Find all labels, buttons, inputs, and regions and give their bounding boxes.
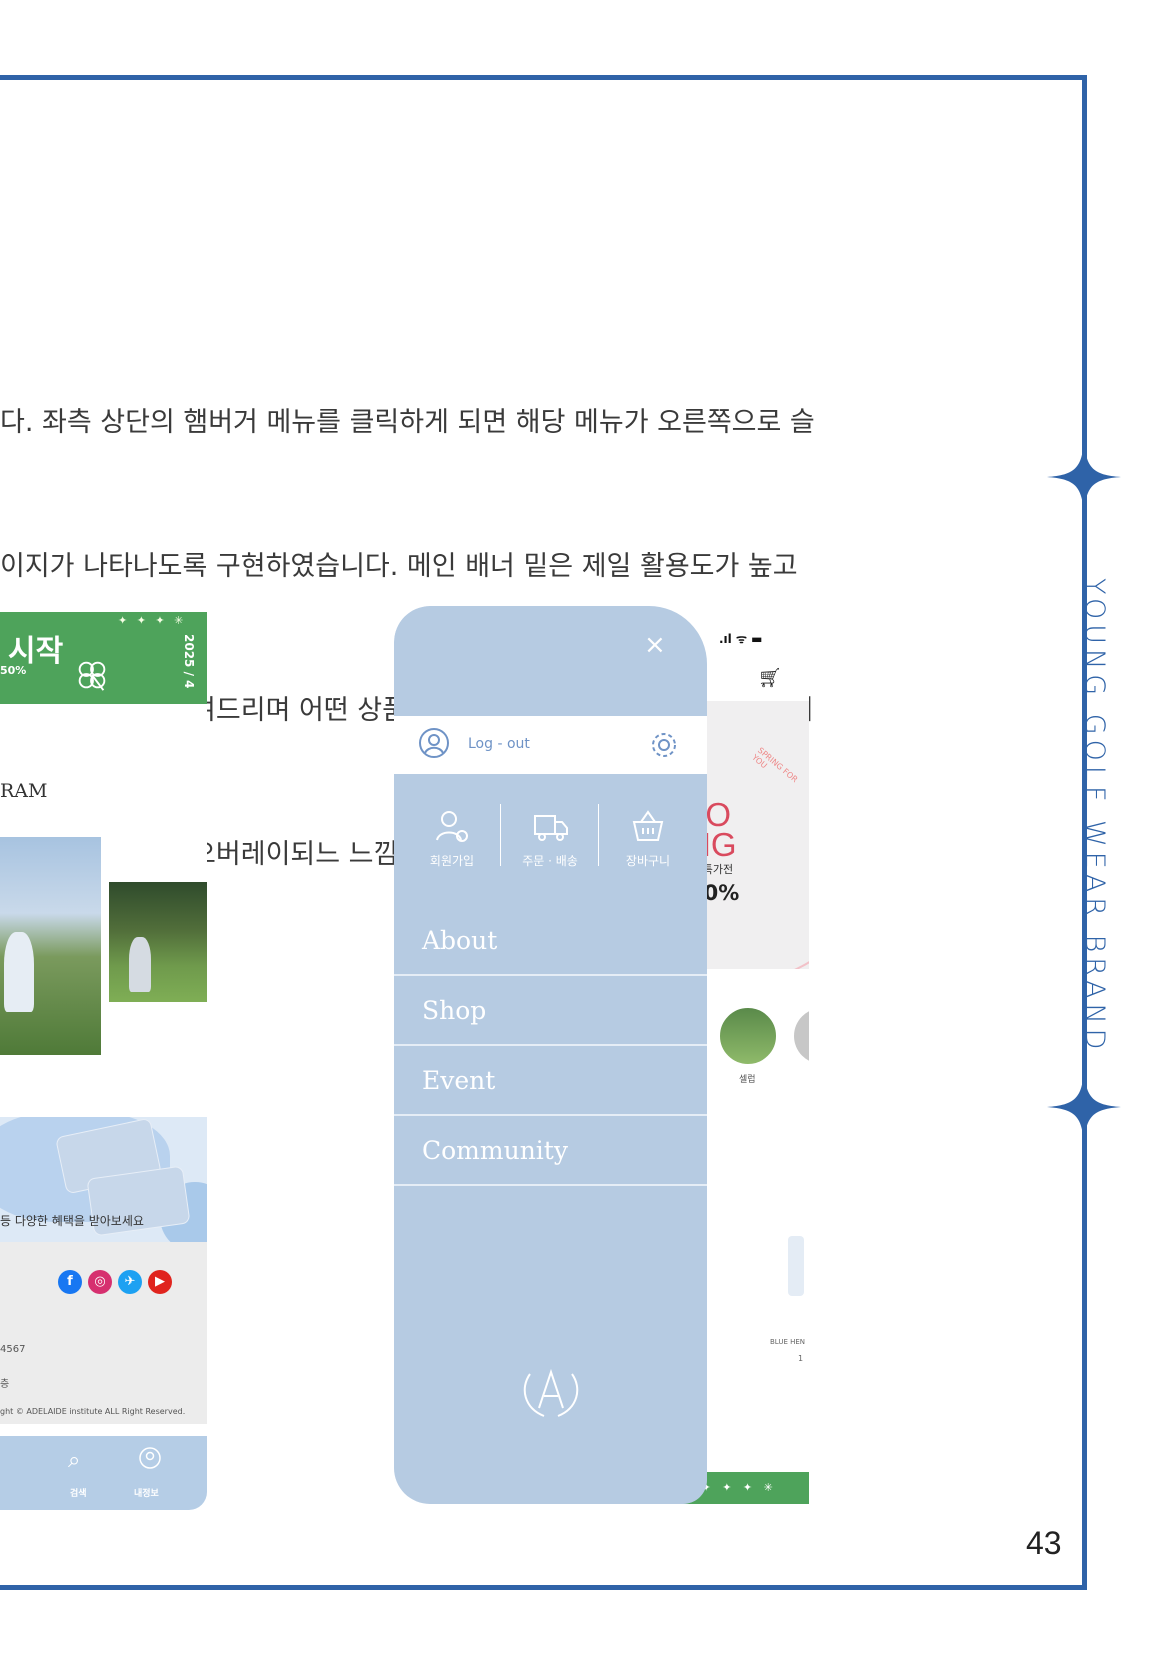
order-delivery-label: 주문 · 배송 xyxy=(522,854,578,868)
cart-label: 장바구니 xyxy=(625,854,671,868)
gear-icon[interactable] xyxy=(650,731,678,759)
facebook-icon[interactable]: f xyxy=(58,1270,82,1294)
bottom-nav: ⌕ 검색 내정보 xyxy=(0,1436,207,1510)
clover-icon xyxy=(78,661,106,691)
slide-menu: × Log - out 회원가입 주문 · 배송 장바구니 About Shop… xyxy=(394,606,707,1504)
mobile-menu-screenshot: .ıl ᯤ ▬ 🛒︎ SPRING FOR YOU LO NG 기념 특가전 2… xyxy=(394,606,809,1504)
celeb-label: 셀럽 xyxy=(739,1075,756,1085)
instagram-section-title: RAM xyxy=(0,780,48,802)
footer xyxy=(0,1242,207,1424)
paragraph-line: 다. 좌측 상단의 햄버거 메뉴를 클릭하게 되면 해당 메뉴가 오른쪽으로 슬 xyxy=(0,407,815,438)
menu-item-about[interactable]: About xyxy=(394,906,707,976)
add-user-icon xyxy=(436,811,468,842)
promo-banner[interactable]: ✦ ✦ ✦ ✳ 시작 50% 2025 / 4 xyxy=(0,612,207,704)
search-icon[interactable]: ⌕ xyxy=(68,1448,80,1473)
status-bar: .ıl ᯤ ▬ xyxy=(719,632,763,646)
truck-icon xyxy=(534,815,568,841)
signup-button[interactable]: 회원가입 xyxy=(404,806,500,869)
golf-photo[interactable] xyxy=(109,882,207,1002)
menu-item-community[interactable]: Community xyxy=(394,1116,707,1186)
frame-top-border xyxy=(0,75,1087,80)
instagram-icon[interactable]: ◎ xyxy=(88,1270,112,1294)
menu-item-label: About xyxy=(422,926,498,955)
twitter-icon[interactable]: ✈ xyxy=(118,1270,142,1294)
footer-address: 층 xyxy=(0,1379,10,1390)
menu-item-shop[interactable]: Shop xyxy=(394,976,707,1046)
product-name: BLUE HEN xyxy=(770,1338,806,1346)
golf-photo[interactable] xyxy=(0,837,101,1055)
footer-phone: 4567 xyxy=(0,1344,26,1355)
banner-date: 2025 / 4 xyxy=(182,634,196,689)
product-image[interactable] xyxy=(788,1236,804,1296)
cart-icon[interactable]: 🛒︎ xyxy=(758,666,782,689)
menu-item-label: Event xyxy=(422,1066,496,1095)
menu-item-label: Shop xyxy=(422,996,487,1025)
nav-myinfo-label[interactable]: 내정보 xyxy=(134,1486,159,1499)
side-brand-label: YOUNG GOLF WEAR BRAND xyxy=(1079,578,1110,1055)
basket-icon xyxy=(632,810,664,841)
cart-button[interactable]: 장바구니 xyxy=(600,806,696,869)
login-bar: Log - out xyxy=(394,716,707,774)
product-number: 1 xyxy=(798,1354,804,1363)
mobile-home-screenshot: ✦ ✦ ✦ ✳ 시작 50% 2025 / 4 RAM 등 다양한 혜택을 받아… xyxy=(0,612,207,1510)
footer-copyright: ght © ADELAIDE institute ALL Right Reser… xyxy=(0,1407,186,1416)
youtube-icon[interactable]: ▶ xyxy=(148,1270,172,1294)
menu-item-event[interactable]: Event xyxy=(394,1046,707,1116)
brand-logo-icon xyxy=(523,1368,579,1417)
page-number: 43 xyxy=(1026,1525,1062,1561)
banner-stars: ✦ ✦ ✦ ✳ xyxy=(118,614,187,627)
signup-label: 회원가입 xyxy=(429,854,475,868)
nav-search-label[interactable]: 검색 xyxy=(70,1486,87,1499)
user-icon[interactable] xyxy=(418,727,450,759)
membership-card-section[interactable]: 등 다양한 혜택을 받아보세요 xyxy=(0,1117,207,1242)
order-delivery-button[interactable]: 주문 · 배송 xyxy=(502,806,598,869)
frame-bottom-border xyxy=(0,1585,1087,1590)
celeb-avatar[interactable] xyxy=(794,1008,809,1064)
membership-card-text: 등 다양한 혜택을 받아보세요 xyxy=(0,1214,144,1228)
user-icon[interactable] xyxy=(138,1446,162,1470)
banner-subtitle: 50% xyxy=(0,664,27,677)
close-icon[interactable]: × xyxy=(644,630,666,660)
logout-link[interactable]: Log - out xyxy=(468,736,530,752)
menu-item-label: Community xyxy=(422,1136,568,1165)
celeb-avatar[interactable] xyxy=(718,1006,778,1066)
sparkle-star-icon xyxy=(1047,440,1121,514)
paragraph-line: 이지가 나타나도록 구현하였습니다. 메인 배너 밑은 제일 활용도가 높고 xyxy=(0,551,798,582)
